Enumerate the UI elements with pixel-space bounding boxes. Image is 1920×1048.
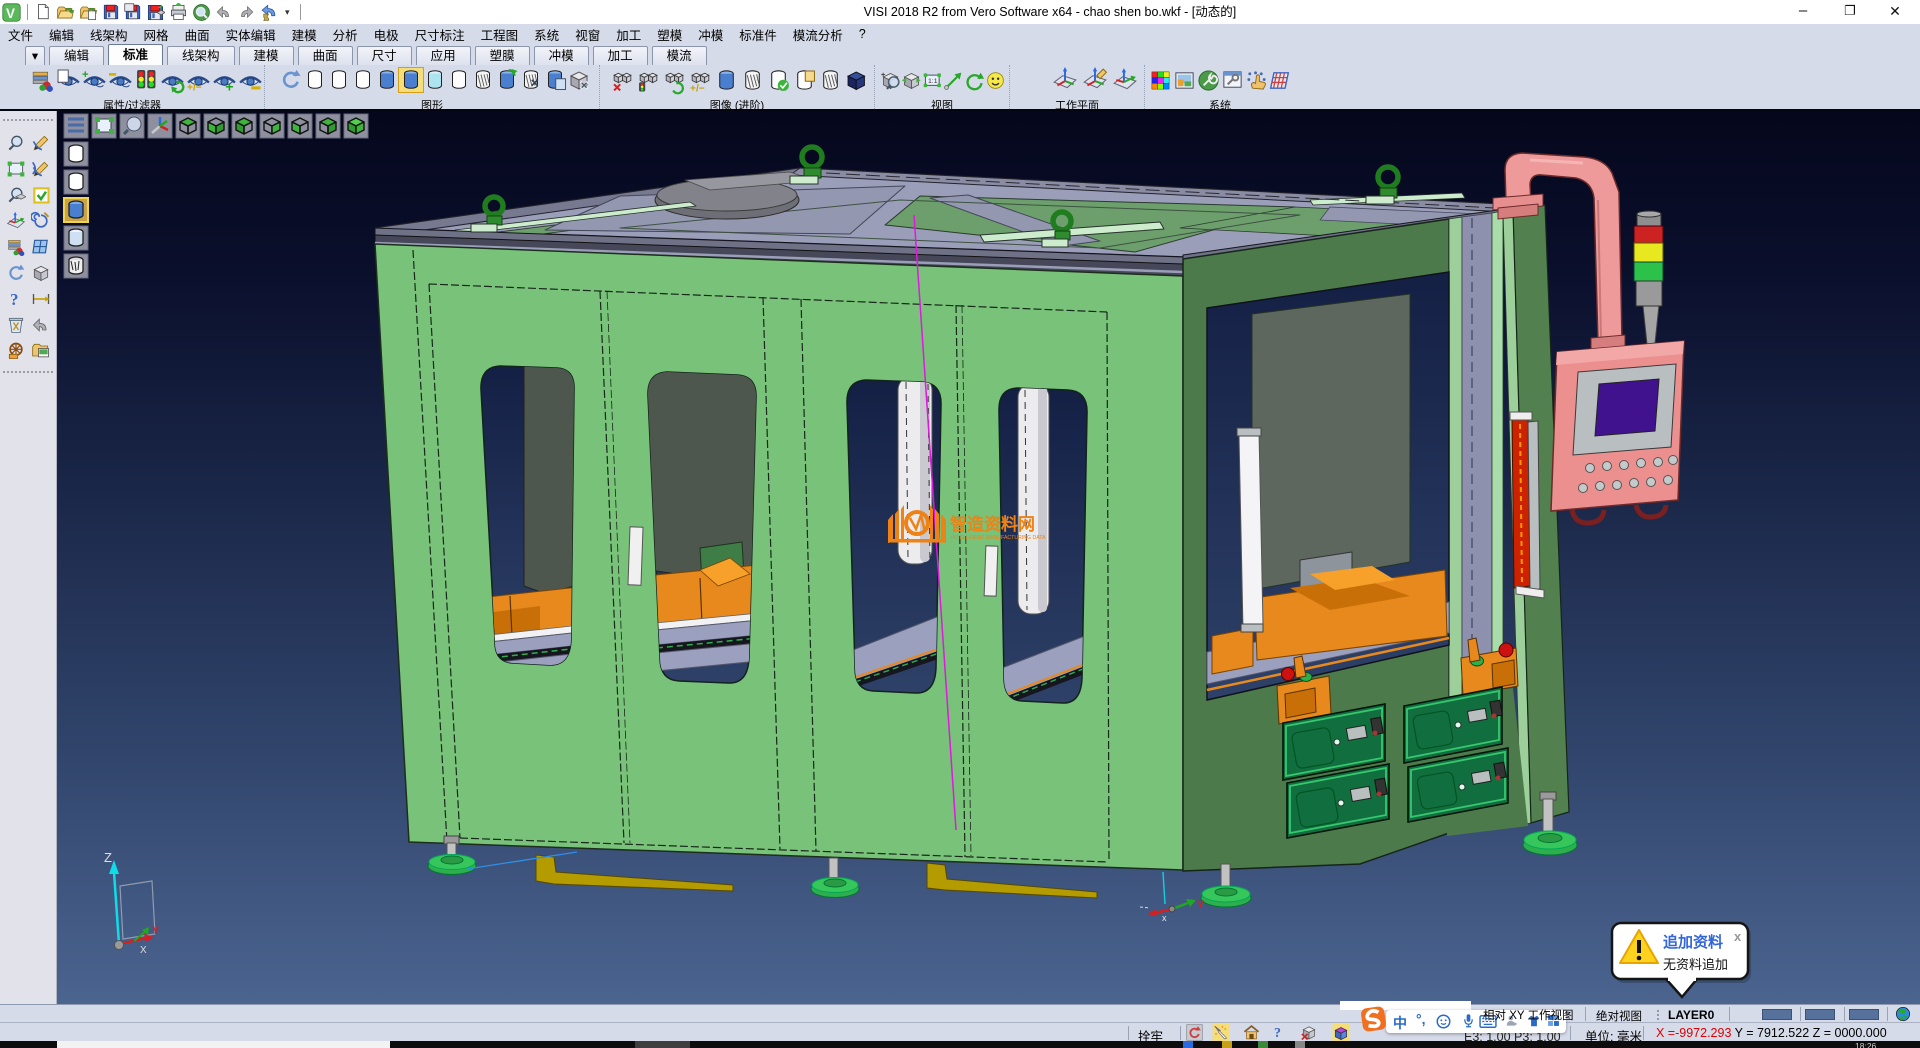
svg-text:+/−: +/− xyxy=(187,82,202,93)
svg-text:V: V xyxy=(6,6,15,21)
svg-text:Y: Y xyxy=(1197,899,1205,911)
svg-text:x: x xyxy=(1734,929,1742,944)
svg-text:+: + xyxy=(225,79,233,95)
svg-text:+/−: +/− xyxy=(690,83,705,94)
svg-text:INTELLIGENT MANUFACTURING DATA: INTELLIGENT MANUFACTURING DATA xyxy=(951,535,1046,541)
svg-text:Y: Y xyxy=(152,925,160,937)
svg-text:追加资料: 追加资料 xyxy=(1663,933,1723,951)
svg-text:+: + xyxy=(82,69,89,81)
svg-text:无资料追加: 无资料追加 xyxy=(1663,957,1728,972)
svg-text:Z: Z xyxy=(104,850,112,865)
svg-text:x: x xyxy=(1162,913,1167,923)
svg-text:智造资料网: 智造资料网 xyxy=(950,514,1035,534)
svg-text:X: X xyxy=(140,945,147,956)
svg-text:1:1: 1:1 xyxy=(928,78,938,85)
svg-text:+: + xyxy=(881,70,886,79)
